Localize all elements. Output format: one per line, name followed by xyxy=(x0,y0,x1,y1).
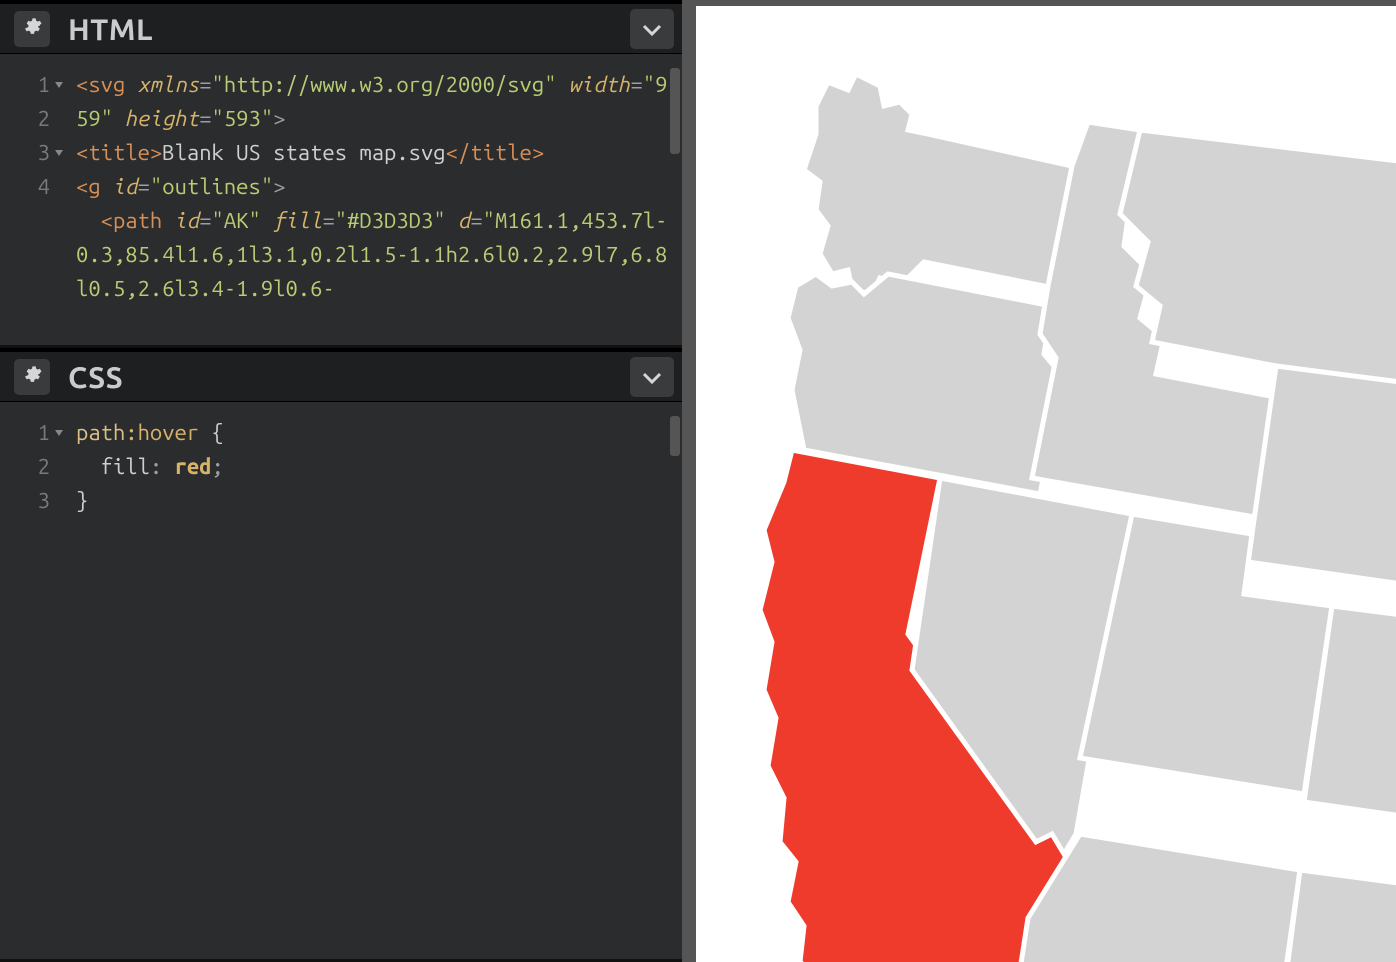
settings-button-html[interactable] xyxy=(14,11,50,47)
html-code[interactable]: <svg xmlns="http://www.w3.org/2000/svg" … xyxy=(58,54,682,345)
collapse-button-css[interactable] xyxy=(630,357,674,397)
panel-html-header: HTML xyxy=(0,0,682,54)
panel-html-title: HTML xyxy=(68,12,630,46)
scrollbar-thumb[interactable] xyxy=(670,68,680,154)
line-number: 2 xyxy=(0,450,50,484)
css-editor[interactable]: 1 2 3 path:hover { fill: red; } xyxy=(0,402,682,959)
line-number: 2 xyxy=(0,102,50,136)
line-number: 1 xyxy=(0,68,50,102)
preview-pane[interactable] xyxy=(696,6,1396,962)
chevron-down-icon xyxy=(642,364,662,389)
panel-css: CSS 1 2 3 path:hover { fill: red; } xyxy=(0,348,682,962)
html-gutter: 1 2 3 4 xyxy=(0,54,58,345)
chevron-down-icon xyxy=(642,16,662,41)
css-code[interactable]: path:hover { fill: red; } xyxy=(58,402,682,959)
preview-column xyxy=(682,0,1396,962)
us-map-svg[interactable] xyxy=(696,6,1396,962)
panel-css-title: CSS xyxy=(68,360,630,394)
state-wy[interactable] xyxy=(1248,366,1396,602)
editors-column: HTML 1 2 3 4 <svg xmlns="http://www.w3.o… xyxy=(0,0,682,962)
css-gutter: 1 2 3 xyxy=(0,402,58,959)
line-number: 1 xyxy=(0,416,50,450)
panel-css-header: CSS xyxy=(0,348,682,402)
settings-button-css[interactable] xyxy=(14,359,50,395)
gear-icon xyxy=(22,16,42,41)
line-number: 3 xyxy=(0,484,50,518)
line-number: 4 xyxy=(0,170,50,204)
collapse-button-html[interactable] xyxy=(630,9,674,49)
scrollbar-thumb[interactable] xyxy=(670,416,680,456)
app-root: HTML 1 2 3 4 <svg xmlns="http://www.w3.o… xyxy=(0,0,1396,962)
gear-icon xyxy=(22,364,42,389)
line-number: 3 xyxy=(0,136,50,170)
html-editor[interactable]: 1 2 3 4 <svg xmlns="http://www.w3.org/20… xyxy=(0,54,682,345)
panel-html: HTML 1 2 3 4 <svg xmlns="http://www.w3.o… xyxy=(0,0,682,348)
